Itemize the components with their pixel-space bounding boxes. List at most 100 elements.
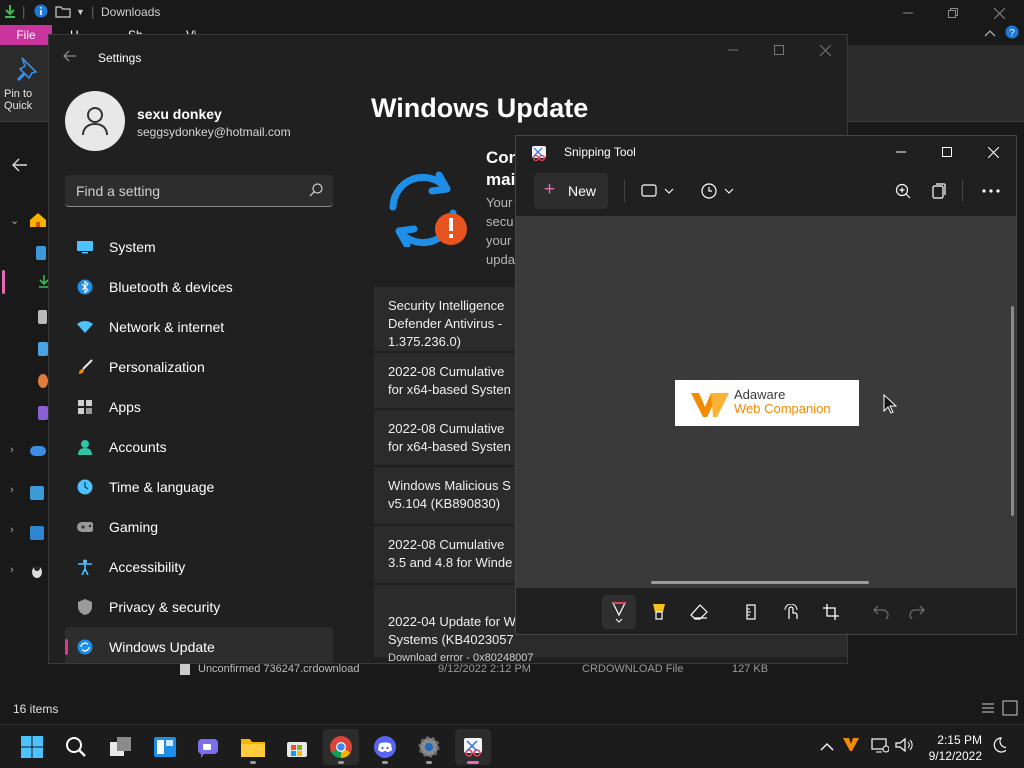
delay-dropdown[interactable] <box>698 173 738 209</box>
minimize-button[interactable] <box>710 35 756 65</box>
details-view-icon[interactable] <box>981 702 995 721</box>
nav-item-privacy[interactable]: Privacy & security <box>65 587 333 627</box>
teams-chat-button[interactable] <box>191 729 227 765</box>
nav-item-accessibility[interactable]: Accessibility <box>65 547 333 587</box>
folder-icon <box>241 739 265 757</box>
pictures-icon[interactable] <box>38 342 48 356</box>
new-folder-icon[interactable] <box>55 4 71 21</box>
vertical-scrollbar[interactable] <box>1011 306 1014 516</box>
close-button[interactable] <box>976 2 1022 24</box>
file-explorer-button[interactable] <box>235 729 271 765</box>
collapse-ribbon-icon[interactable] <box>984 27 996 45</box>
settings-button[interactable] <box>411 729 447 765</box>
undo-icon <box>873 605 889 619</box>
file-name: Unconfirmed 736247.crdownload <box>198 663 360 675</box>
clock-time[interactable]: 2:15 PM <box>934 733 982 747</box>
widgets-icon <box>154 737 176 757</box>
task-view-button[interactable] <box>103 729 139 765</box>
home-icon[interactable] <box>29 212 47 233</box>
search-button[interactable] <box>58 729 94 765</box>
discord-button[interactable] <box>367 729 403 765</box>
snip-canvas[interactable]: Adaware Web Companion <box>516 216 1016 588</box>
back-arrow-icon[interactable] <box>12 158 28 177</box>
search-icon <box>309 183 323 202</box>
more-options-button[interactable] <box>976 173 1006 209</box>
customize-qat-icon[interactable]: ▼ <box>76 7 85 17</box>
tab-file[interactable]: File <box>0 25 52 45</box>
ballpoint-pen-button[interactable] <box>602 595 636 629</box>
touch-icon <box>784 604 798 619</box>
nav-item-accounts[interactable]: Accounts <box>65 427 333 467</box>
rectangle-mode-icon <box>641 184 674 197</box>
maximize-button[interactable] <box>756 35 802 65</box>
maximize-button[interactable] <box>924 136 970 168</box>
nav-item-apps[interactable]: Apps <box>65 387 333 427</box>
clock-date[interactable]: 9/12/2022 <box>924 749 982 763</box>
music-icon[interactable] <box>38 374 48 388</box>
file-size: 127 KB <box>732 663 769 675</box>
large-icons-view-icon[interactable] <box>1002 700 1018 721</box>
download-error: Download error - 0x80248007 <box>388 652 534 664</box>
linux-icon[interactable] <box>31 564 43 583</box>
network-icon[interactable] <box>30 526 44 540</box>
search-placeholder: Find a setting <box>76 183 161 199</box>
nav-item-bluetooth[interactable]: Bluetooth & devices <box>65 267 333 307</box>
chrome-button[interactable] <box>323 729 359 765</box>
documents-icon[interactable] <box>38 310 47 324</box>
pin-to-quick-access-button[interactable]: Pin to Quick access <box>4 55 48 115</box>
nav-item-time-language[interactable]: Time & language <box>65 467 333 507</box>
show-hidden-icons-icon[interactable] <box>820 739 834 757</box>
microsoft-store-button[interactable] <box>279 729 315 765</box>
ruler-button[interactable] <box>734 595 768 629</box>
nav-item-gaming[interactable]: Gaming <box>65 507 333 547</box>
avatar[interactable] <box>65 91 125 151</box>
videos-icon[interactable] <box>38 406 48 420</box>
touch-writing-button[interactable] <box>774 595 808 629</box>
chevron-down-icon[interactable]: ⌄ <box>10 214 19 227</box>
captured-snip[interactable]: Adaware Web Companion <box>675 380 859 426</box>
minimize-button[interactable] <box>878 136 924 168</box>
horizontal-scrollbar[interactable] <box>651 581 869 584</box>
copy-button[interactable] <box>924 173 954 209</box>
gamepad-icon <box>77 519 93 535</box>
user-name: sexu donkey <box>137 106 222 122</box>
item-count: 16 items <box>13 702 59 716</box>
crop-button[interactable] <box>814 595 848 629</box>
download-icon[interactable] <box>3 4 17 21</box>
chevron-right-icon[interactable]: › <box>10 564 14 576</box>
chevron-right-icon[interactable]: › <box>10 484 14 496</box>
nav-item-personalization[interactable]: Personalization <box>65 347 333 387</box>
nav-item-windows-update[interactable]: Windows Update <box>65 627 333 663</box>
restore-button[interactable] <box>930 2 976 24</box>
desktop-icon[interactable] <box>36 246 46 260</box>
task-view-icon <box>110 737 131 756</box>
chevron-right-icon[interactable]: › <box>10 444 14 456</box>
start-button[interactable] <box>14 729 50 765</box>
properties-icon[interactable] <box>34 4 48 21</box>
redo-button[interactable] <box>900 595 934 629</box>
eraser-button[interactable] <box>682 595 716 629</box>
widgets-button[interactable] <box>147 729 183 765</box>
nav-item-system[interactable]: System <box>65 227 333 267</box>
snip-mode-dropdown[interactable] <box>638 173 678 209</box>
help-icon[interactable]: ? <box>1005 25 1019 44</box>
snipping-tool-button[interactable] <box>455 729 491 765</box>
back-arrow-icon[interactable] <box>63 49 77 65</box>
zoom-button[interactable] <box>888 173 918 209</box>
search-input[interactable]: Find a setting <box>65 175 333 207</box>
close-button[interactable] <box>802 35 847 65</box>
network-tray-icon[interactable] <box>871 737 890 758</box>
highlighter-button[interactable] <box>642 595 676 629</box>
snipping-tool-icon <box>464 738 482 757</box>
new-snip-button[interactable]: + New <box>534 173 608 209</box>
this-pc-icon[interactable] <box>30 486 44 500</box>
chevron-right-icon[interactable]: › <box>10 524 14 536</box>
volume-icon[interactable] <box>895 737 913 758</box>
nav-item-network[interactable]: Network & internet <box>65 307 333 347</box>
close-button[interactable] <box>970 136 1016 168</box>
adaware-tray-icon[interactable] <box>843 737 859 756</box>
onedrive-icon[interactable] <box>30 446 46 456</box>
focus-assist-icon[interactable] <box>990 737 1009 758</box>
minimize-button[interactable] <box>885 2 931 24</box>
undo-button[interactable] <box>864 595 898 629</box>
